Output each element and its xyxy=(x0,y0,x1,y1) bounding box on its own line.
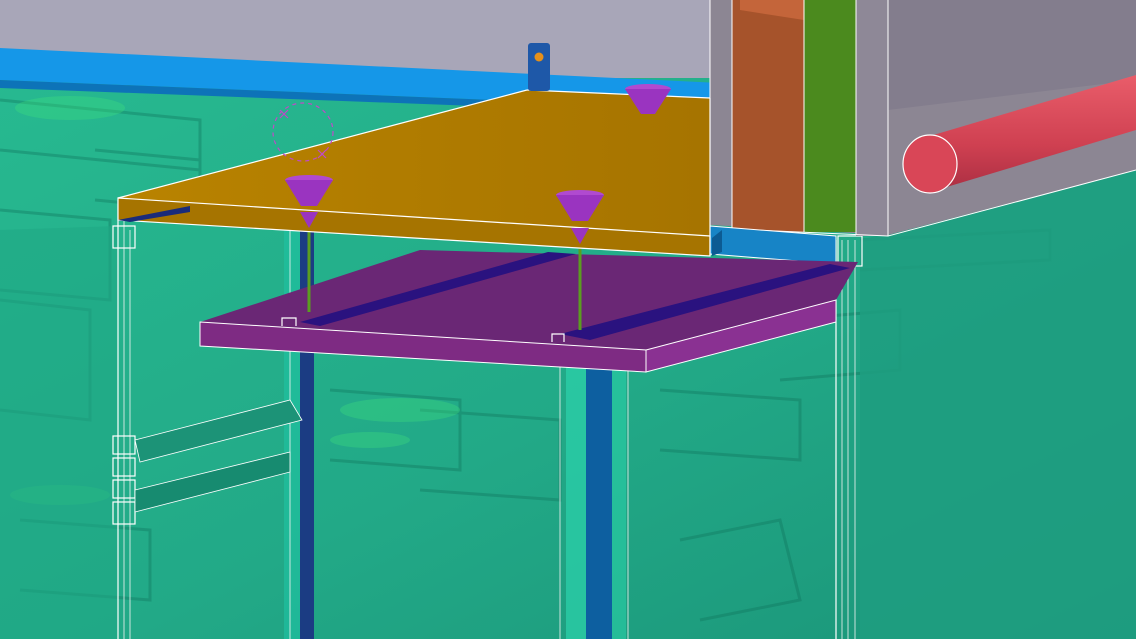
hvac-duct-green[interactable] xyxy=(804,0,856,232)
glass-panel-left[interactable] xyxy=(0,226,118,639)
glass-panel-right[interactable] xyxy=(860,170,1136,639)
model-scene[interactable] xyxy=(0,0,1136,639)
steel-column-right-face xyxy=(566,360,586,639)
embed-plate[interactable] xyxy=(528,43,550,91)
cad-3d-viewport[interactable] xyxy=(0,0,1136,639)
embed-plate-bolt xyxy=(534,52,544,62)
steel-column-right[interactable] xyxy=(586,360,612,639)
hvac-duct-orange[interactable] xyxy=(732,0,804,232)
steel-column-right-edge xyxy=(612,360,626,639)
steel-box-post[interactable] xyxy=(856,0,888,236)
red-pipe-end[interactable] xyxy=(902,134,958,194)
